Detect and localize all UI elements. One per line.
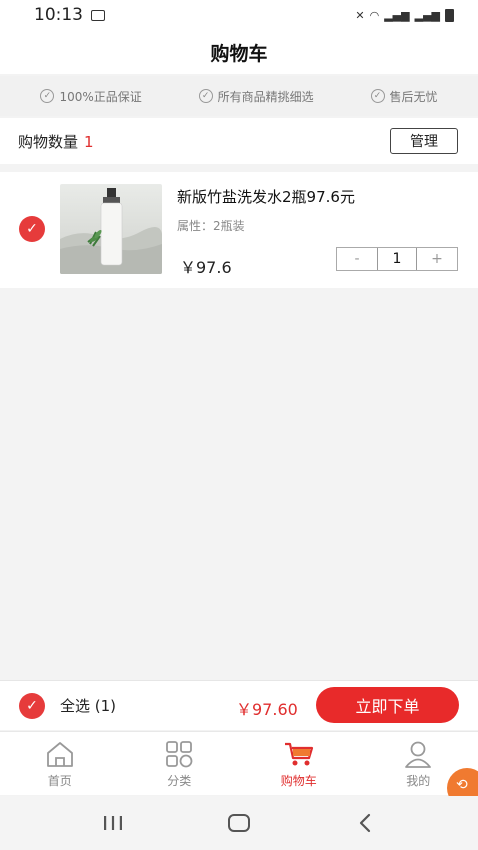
shampoo-bottle-image <box>60 188 162 274</box>
select-all-checkbox[interactable]: ✓ <box>19 693 45 719</box>
refresh-icon: ⟲ <box>456 777 468 793</box>
guarantee-label: 售后无忧 <box>389 89 438 104</box>
category-icon <box>166 741 193 768</box>
decrement-button[interactable]: - <box>337 248 377 270</box>
gallery-icon <box>91 9 105 21</box>
home-icon <box>46 742 73 767</box>
guarantee-bar: ✓ 100%正品保证 ✓ 所有商品精挑细选 ✓ 售后无忧 <box>0 76 478 116</box>
cart-item: ✓ 新版竹盐洗发水2瓶97.6元 属性：2瓶装 ￥97.6 - 1 + <box>0 172 478 288</box>
total-price: ￥97.60 <box>236 700 298 719</box>
battery-icon <box>445 8 454 22</box>
cart-icon <box>284 742 313 766</box>
tab-category[interactable]: 分类 <box>120 732 240 795</box>
manage-button[interactable]: 管理 <box>390 128 458 154</box>
quantity-stepper: - 1 + <box>336 247 458 271</box>
product-attribute: 属性：2瓶装 <box>177 219 245 233</box>
status-bar: 10:13 ✕ ◠ ▂▄▆ ▂▄▆ <box>0 0 478 30</box>
user-icon <box>405 741 432 768</box>
page-title-bar: 购物车 <box>0 30 478 74</box>
guarantee-label: 100%正品保证 <box>59 89 142 104</box>
quantity-value[interactable]: 1 <box>377 248 417 270</box>
guarantee-label: 所有商品精挑细选 <box>217 89 314 104</box>
wifi-icon: ◠ <box>369 8 380 22</box>
checkout-bar: ✓ 全选 (1) ￥97.60 立即下单 <box>0 680 478 730</box>
cart-count: 购物数量 1 <box>18 131 94 152</box>
guarantee-item-3: ✓ 售后无忧 <box>370 88 438 105</box>
check-circle-icon: ✓ <box>40 89 55 103</box>
cart-count-value: 1 <box>84 132 94 151</box>
product-image[interactable] <box>60 184 162 274</box>
product-name[interactable]: 新版竹盐洗发水2瓶97.6元 <box>177 186 355 207</box>
item-checkbox[interactable]: ✓ <box>19 216 45 242</box>
signal-icon-2: ▂▄▆ <box>414 8 440 22</box>
tab-home-label: 首页 <box>47 774 72 788</box>
system-nav-bar <box>0 796 478 850</box>
tab-mine-label: 我的 <box>406 774 431 788</box>
signal-icon: ▂▄▆ <box>384 8 410 22</box>
status-time: 10:13 <box>34 5 83 25</box>
cart-count-label: 购物数量 <box>18 132 79 151</box>
recent-apps-button[interactable] <box>83 803 143 843</box>
page-title: 购物车 <box>210 42 268 65</box>
tab-cart-label: 购物车 <box>280 774 317 788</box>
tab-category-label: 分类 <box>167 774 192 788</box>
guarantee-item-2: ✓ 所有商品精挑细选 <box>198 88 314 105</box>
check-circle-icon: ✓ <box>198 89 213 103</box>
tab-home[interactable]: 首页 <box>0 732 120 795</box>
cart-count-bar: 购物数量 1 管理 <box>0 118 478 164</box>
home-nav-button[interactable] <box>209 803 269 843</box>
product-price: ￥97.6 <box>180 258 232 277</box>
back-icon <box>359 813 371 833</box>
mute-icon: ✕ <box>355 8 365 22</box>
guarantee-item-1: ✓ 100%正品保证 <box>40 88 142 105</box>
back-nav-button[interactable] <box>335 803 395 843</box>
order-now-button[interactable]: 立即下单 <box>316 687 459 723</box>
recent-apps-icon <box>104 816 122 830</box>
home-nav-icon <box>228 814 250 832</box>
check-circle-icon: ✓ <box>370 89 385 103</box>
tab-cart[interactable]: 购物车 <box>239 732 359 795</box>
bottom-tab-bar: 首页 分类 购物车 我的 <box>0 731 478 795</box>
select-all-label[interactable]: 全选 (1) <box>60 695 116 716</box>
increment-button[interactable]: + <box>417 248 457 270</box>
